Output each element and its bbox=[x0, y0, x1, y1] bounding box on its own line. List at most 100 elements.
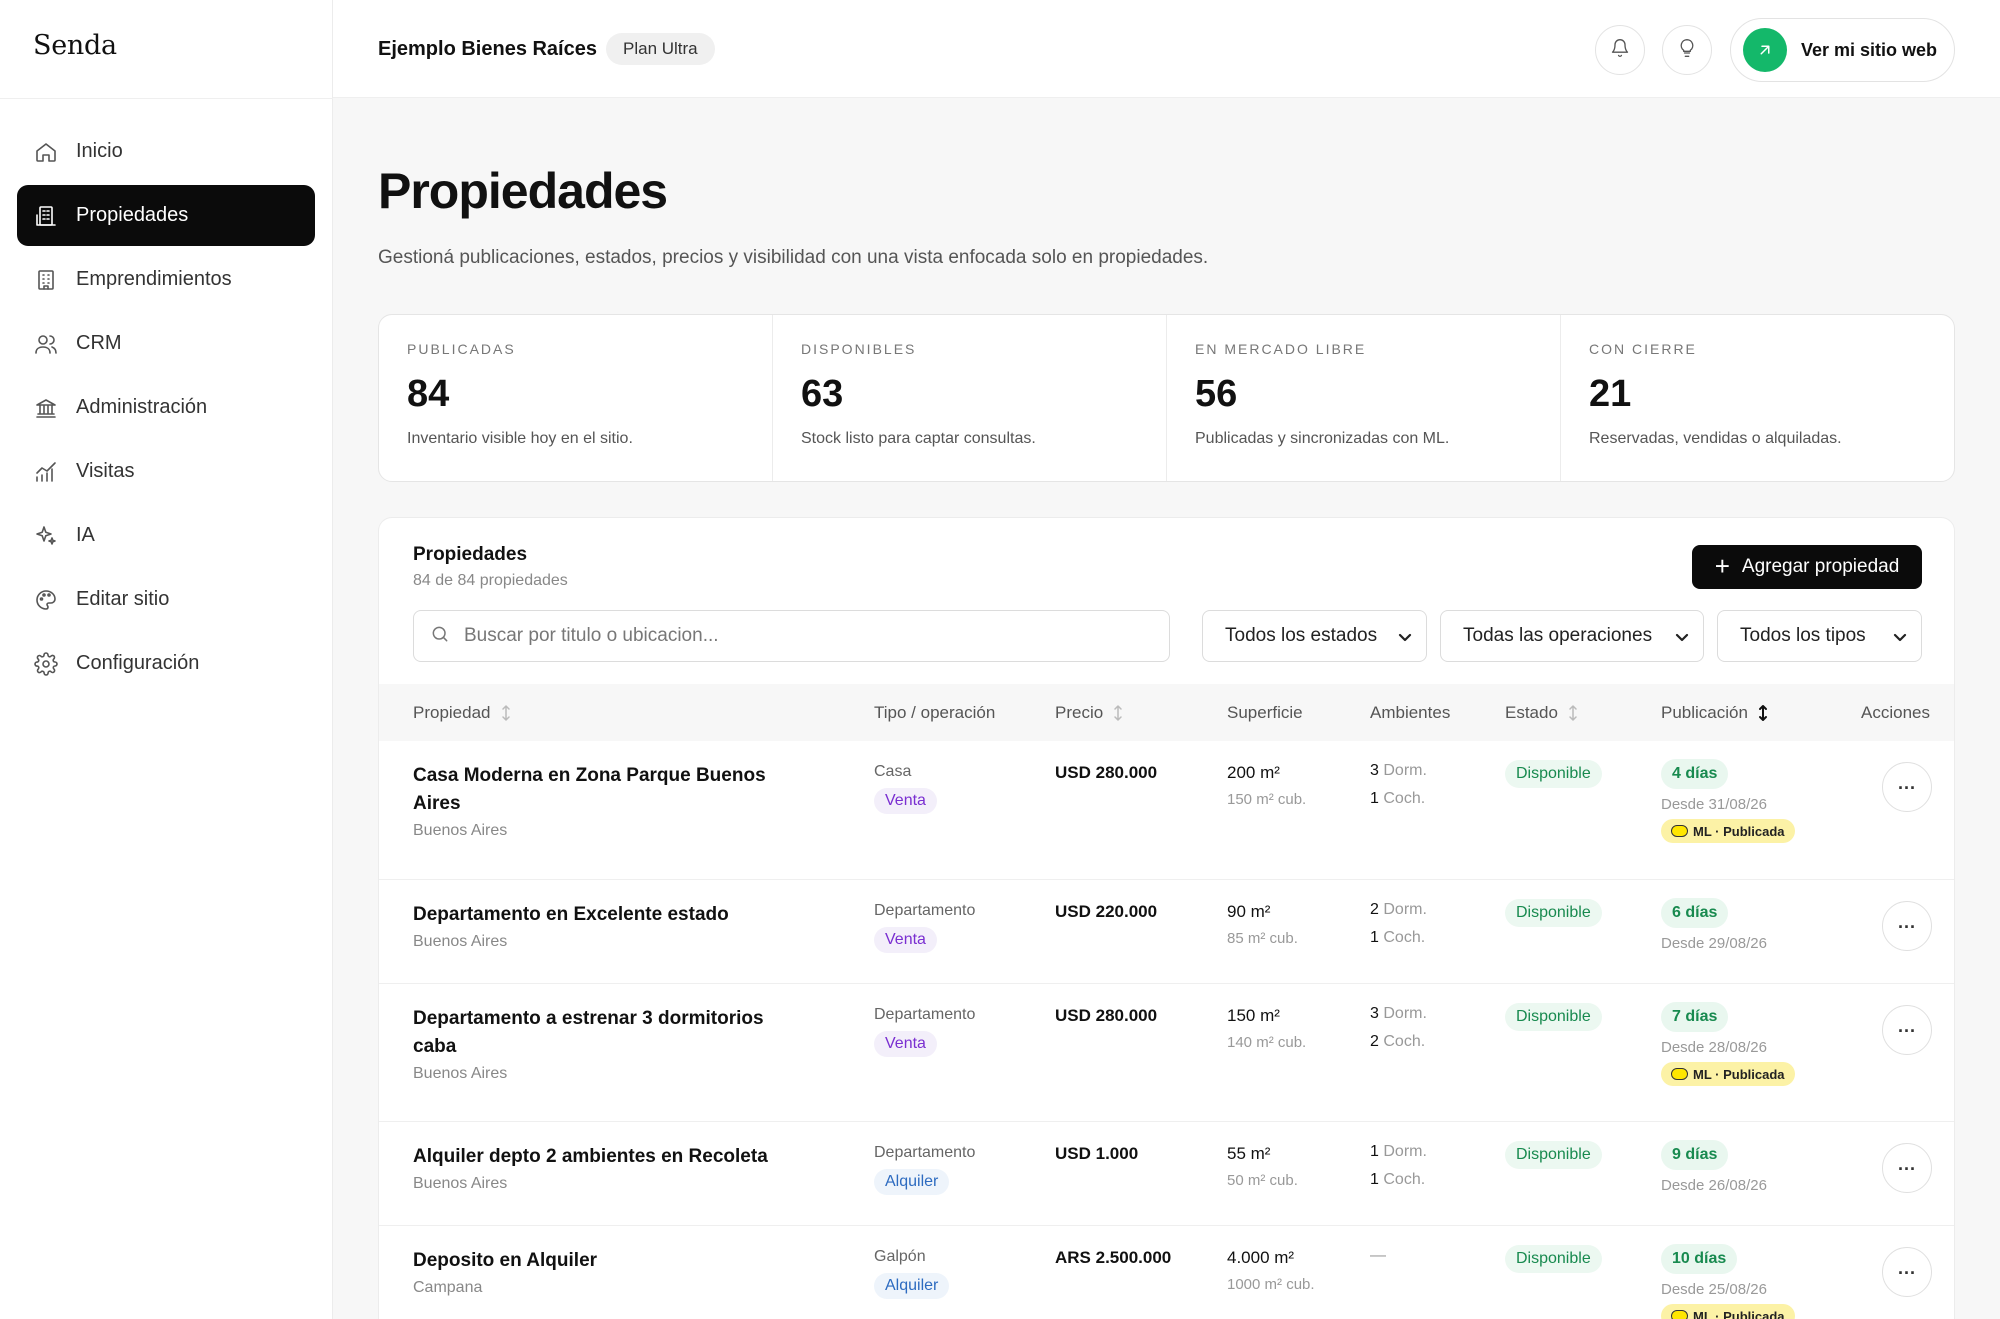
stat-desc: Publicadas y sincronizadas con ML. bbox=[1195, 430, 1450, 447]
search-input[interactable] bbox=[464, 625, 1144, 647]
status-badge: Disponible bbox=[1505, 760, 1602, 788]
property-title[interactable]: Alquiler depto 2 ambientes en Recoleta bbox=[413, 1143, 793, 1171]
sidebar-item-administracion[interactable]: Administración bbox=[17, 377, 315, 438]
notifications-button[interactable] bbox=[1595, 25, 1645, 75]
col-estado[interactable]: Estado bbox=[1505, 703, 1579, 723]
property-title[interactable]: Deposito en Alquiler bbox=[413, 1247, 793, 1275]
garages-label: Coch. bbox=[1383, 1171, 1426, 1188]
bedrooms-label: Dorm. bbox=[1383, 1143, 1427, 1160]
property-type: Departamento bbox=[874, 1144, 976, 1161]
publication-cell: 6 días Desde 29/08/26 bbox=[1661, 898, 1767, 952]
status-badge: Disponible bbox=[1505, 1245, 1602, 1273]
plus-icon: + bbox=[1714, 550, 1730, 581]
property-title[interactable]: Casa Moderna en Zona Parque Buenos Aires bbox=[413, 762, 793, 818]
col-label: Precio bbox=[1055, 703, 1104, 722]
properties-count: 84 de 84 propiedades bbox=[413, 572, 568, 589]
table-row[interactable]: Deposito en Alquiler Campana Galpón Alqu… bbox=[379, 1226, 1954, 1319]
sort-icon bbox=[1567, 704, 1579, 722]
rooms-empty: — bbox=[1370, 1247, 1386, 1264]
stat-key: EN MERCADO LIBRE bbox=[1195, 341, 1367, 357]
ml-badge: ML · Publicada bbox=[1661, 819, 1795, 843]
arrow-up-right-icon bbox=[1743, 28, 1787, 72]
tipo-filter-select[interactable]: Todos los tipos bbox=[1717, 610, 1922, 662]
days-badge: 10 días bbox=[1661, 1244, 1738, 1274]
sidebar-item-editar-sitio[interactable]: Editar sitio bbox=[17, 569, 315, 630]
surface-covered: 50 m² cub. bbox=[1227, 1172, 1298, 1189]
sidebar-item-propiedades[interactable]: Propiedades bbox=[17, 185, 315, 246]
col-acciones: Acciones bbox=[1861, 703, 1930, 723]
sidebar-item-configuracion[interactable]: Configuración bbox=[17, 633, 315, 694]
view-site-button[interactable]: Ver mi sitio web bbox=[1730, 18, 1955, 82]
col-label: Superficie bbox=[1227, 703, 1303, 722]
properties-card: Propiedades 84 de 84 propiedades + Agreg… bbox=[378, 517, 1955, 1319]
add-property-button[interactable]: + Agregar propiedad bbox=[1692, 545, 1922, 589]
more-icon: ... bbox=[1897, 1154, 1916, 1174]
published-since: Desde 25/08/26 bbox=[1661, 1281, 1767, 1298]
table-row[interactable]: Departamento en Excelente estado Buenos … bbox=[379, 880, 1954, 984]
type-cell: Galpón Alquiler bbox=[874, 1248, 950, 1299]
row-actions-button[interactable]: ... bbox=[1882, 762, 1932, 812]
published-since: Desde 28/08/26 bbox=[1661, 1039, 1767, 1056]
col-publicacion[interactable]: Publicación bbox=[1661, 703, 1769, 723]
col-precio[interactable]: Precio bbox=[1055, 703, 1124, 723]
row-actions-button[interactable]: ... bbox=[1882, 1247, 1932, 1297]
table-row[interactable]: Departamento a estrenar 3 dormitorios ca… bbox=[379, 984, 1954, 1122]
row-actions-button[interactable]: ... bbox=[1882, 1005, 1932, 1055]
sidebar-divider bbox=[0, 98, 333, 99]
col-propiedad[interactable]: Propiedad bbox=[413, 703, 512, 723]
sidebar-item-emprendimientos[interactable]: Emprendimientos bbox=[17, 249, 315, 310]
table-row[interactable]: Casa Moderna en Zona Parque Buenos Aires… bbox=[379, 741, 1954, 880]
bank-icon bbox=[33, 395, 59, 421]
surface-covered: 1000 m² cub. bbox=[1227, 1276, 1315, 1293]
sidebar-item-label: Editar sitio bbox=[76, 588, 170, 610]
chart-icon bbox=[33, 459, 59, 485]
stat-value: 56 bbox=[1195, 373, 1238, 415]
stats-panel: PUBLICADAS 84 Inventario visible hoy en … bbox=[378, 314, 1955, 482]
view-site-label: Ver mi sitio web bbox=[1801, 39, 1938, 60]
days-badge: 9 días bbox=[1661, 1140, 1729, 1170]
operacion-filter-select[interactable]: Todas las operaciones bbox=[1440, 610, 1704, 662]
stat-key: PUBLICADAS bbox=[407, 341, 516, 357]
published-since: Desde 26/08/26 bbox=[1661, 1177, 1767, 1194]
sidebar-item-crm[interactable]: CRM bbox=[17, 313, 315, 374]
row-actions-button[interactable]: ... bbox=[1882, 901, 1932, 951]
operation-badge: Alquiler bbox=[874, 1273, 950, 1299]
property-title[interactable]: Departamento en Excelente estado bbox=[413, 901, 793, 929]
status-badge: Disponible bbox=[1505, 1141, 1602, 1169]
ml-status: ML · Publicada bbox=[1693, 1308, 1785, 1319]
stat-desc: Inventario visible hoy en el sitio. bbox=[407, 430, 633, 447]
sidebar-nav: Inicio Propiedades Emprendimientos CRM A… bbox=[17, 121, 315, 697]
publication-cell: 10 días Desde 25/08/26 ML · Publicada bbox=[1661, 1244, 1795, 1319]
property-title[interactable]: Departamento a estrenar 3 dormitorios ca… bbox=[413, 1005, 793, 1061]
tips-button[interactable] bbox=[1662, 25, 1712, 75]
publication-cell: 4 días Desde 31/08/26 ML · Publicada bbox=[1661, 759, 1795, 843]
property-type: Casa bbox=[874, 763, 912, 780]
estado-filter-select[interactable]: Todos los estados bbox=[1202, 610, 1427, 662]
sidebar-item-visitas[interactable]: Visitas bbox=[17, 441, 315, 502]
sparkles-icon bbox=[33, 523, 59, 549]
garages-count: 1 bbox=[1370, 790, 1379, 807]
company-name: Ejemplo Bienes Raíces bbox=[378, 38, 597, 60]
top-bar: Ejemplo Bienes Raíces Plan Ultra Ver mi … bbox=[333, 0, 2000, 98]
sidebar-item-label: Visitas bbox=[76, 460, 135, 482]
search-box bbox=[413, 610, 1170, 662]
surface-covered: 140 m² cub. bbox=[1227, 1034, 1307, 1051]
property-cell: Deposito en Alquiler Campana bbox=[413, 1247, 793, 1297]
ml-badge: ML · Publicada bbox=[1661, 1062, 1795, 1086]
row-actions-button[interactable]: ... bbox=[1882, 1143, 1932, 1193]
col-label: Publicación bbox=[1661, 703, 1748, 722]
brand-logo[interactable]: Senda bbox=[33, 30, 117, 61]
col-tipo: Tipo / operación bbox=[874, 703, 995, 723]
sidebar-item-label: Administración bbox=[76, 396, 208, 418]
property-location: Campana bbox=[413, 1279, 483, 1296]
office-icon bbox=[33, 267, 59, 293]
table-row[interactable]: Alquiler depto 2 ambientes en Recoleta B… bbox=[379, 1122, 1954, 1226]
surface-total: 150 m² bbox=[1227, 1006, 1280, 1025]
stat-value: 84 bbox=[407, 373, 450, 415]
sidebar-item-ia[interactable]: IA bbox=[17, 505, 315, 566]
ml-status: ML · Publicada bbox=[1693, 823, 1785, 839]
surface-total: 90 m² bbox=[1227, 902, 1271, 921]
sort-icon bbox=[1112, 704, 1124, 722]
sidebar-item-inicio[interactable]: Inicio bbox=[17, 121, 315, 182]
surface-covered: 85 m² cub. bbox=[1227, 930, 1298, 947]
